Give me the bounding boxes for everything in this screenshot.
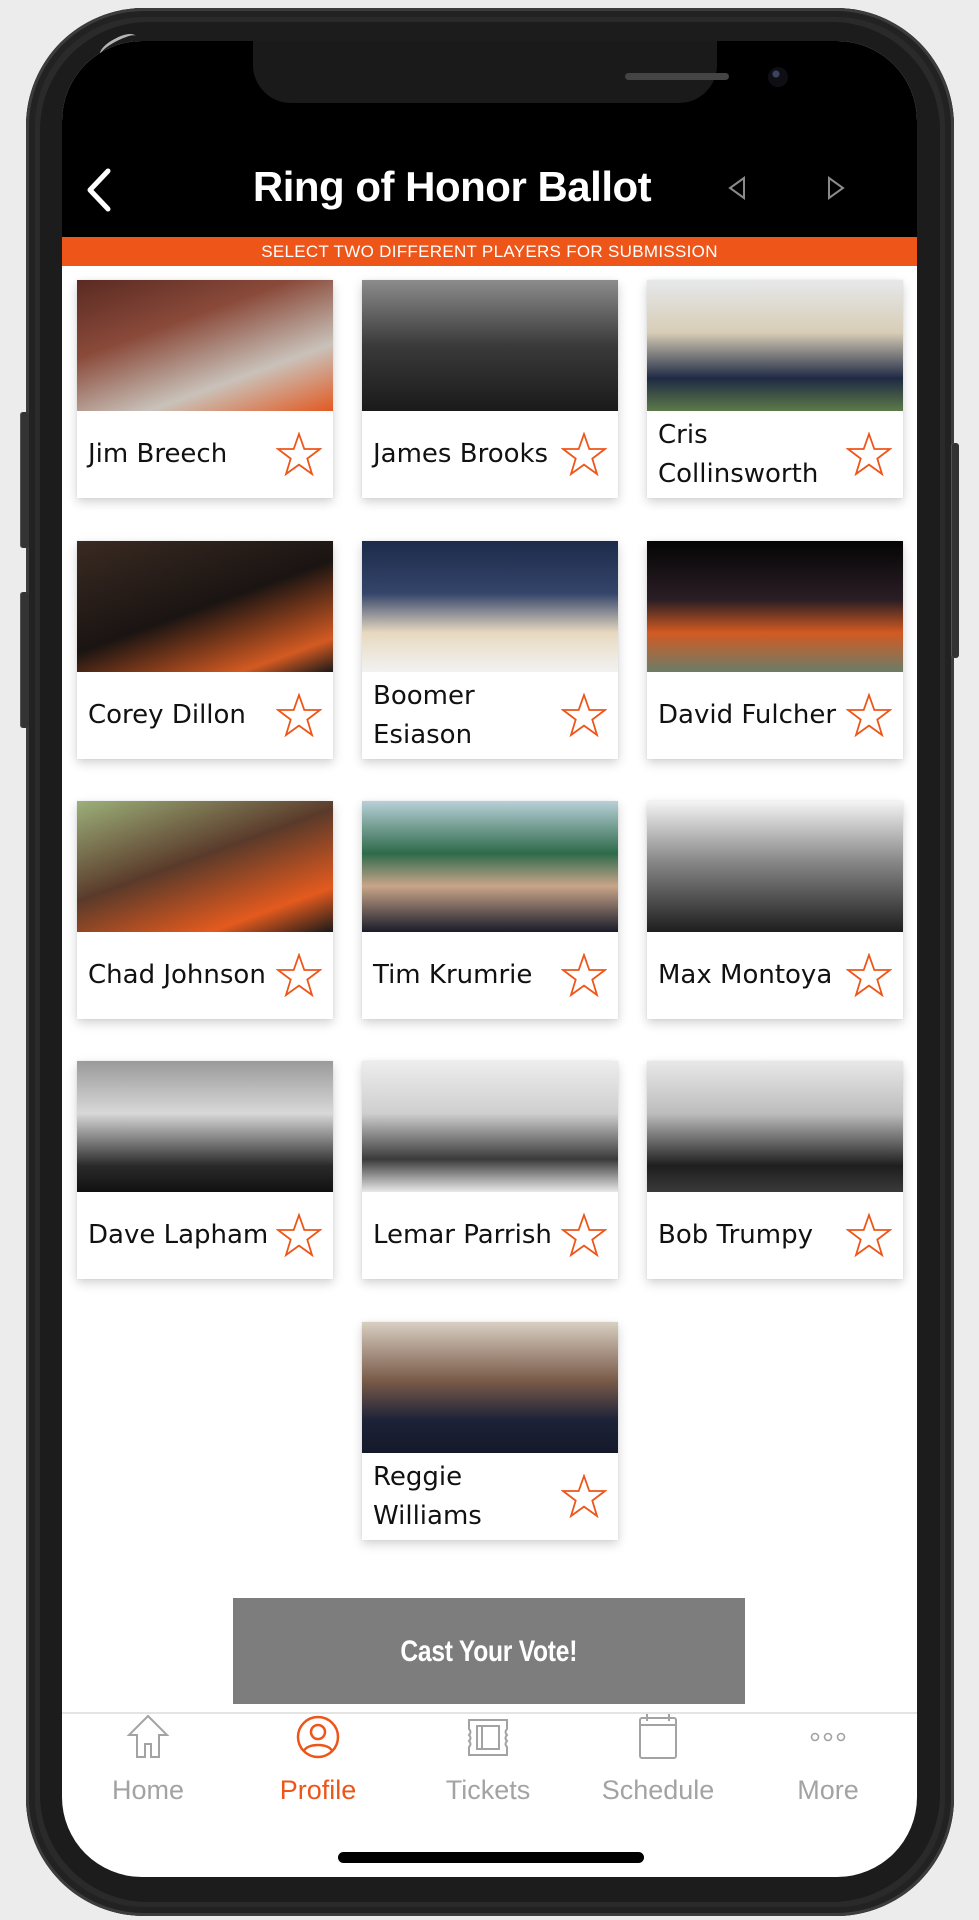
player-photo <box>362 280 618 411</box>
player-card[interactable]: Max Montoya <box>647 801 903 1019</box>
player-name-text: Jim Breech <box>88 439 228 469</box>
player-name-text: Max Montoya <box>658 960 833 990</box>
player-name: Bob Trumpy <box>658 1192 843 1279</box>
player-name-text: Lemar Parrish <box>373 1220 552 1250</box>
notch <box>253 41 788 103</box>
player-name-text: Bob Trumpy <box>658 1220 813 1250</box>
tab-home[interactable]: Home <box>63 1713 233 1843</box>
player-name: Corey Dillon <box>88 672 273 759</box>
next-button[interactable] <box>825 175 847 201</box>
player-name-text: Reggie Williams <box>373 1461 482 1531</box>
star-icon[interactable] <box>846 432 892 476</box>
instruction-banner: SELECT TWO DIFFERENT PLAYERS FOR SUBMISS… <box>62 237 917 266</box>
more-icon <box>810 1732 846 1742</box>
star-icon[interactable] <box>276 693 322 737</box>
star-icon[interactable] <box>846 953 892 997</box>
player-card[interactable]: Cris Collinsworth <box>647 280 903 498</box>
player-photo <box>647 801 903 932</box>
player-name: Dave Lapham <box>88 1192 273 1279</box>
cast-vote-button[interactable]: Cast Your Vote! <box>233 1598 745 1704</box>
star-icon[interactable] <box>561 953 607 997</box>
player-photo <box>362 541 618 672</box>
player-photo <box>362 1322 618 1453</box>
player-name: Lemar Parrish <box>373 1192 558 1279</box>
player-photo <box>77 801 333 932</box>
triangle-right-icon <box>828 176 845 200</box>
player-name-text: David Fulcher <box>658 700 837 730</box>
page-title: Ring of Honor Ballot <box>252 163 652 210</box>
player-card[interactable]: Jim Breech <box>77 280 333 498</box>
tab-tickets[interactable]: Tickets <box>403 1713 573 1843</box>
star-icon[interactable] <box>276 953 322 997</box>
player-card[interactable]: Boomer Esiason <box>362 541 618 759</box>
player-name-text: James Brooks <box>373 439 549 469</box>
player-name-text: Tim Krumrie <box>373 960 533 990</box>
star-icon[interactable] <box>276 1213 322 1257</box>
tab-schedule[interactable]: Schedule <box>573 1713 743 1843</box>
volume-down-button <box>20 592 29 728</box>
calendar-icon <box>639 1714 677 1759</box>
tab-profile[interactable]: Profile <box>233 1713 403 1843</box>
player-card[interactable]: James Brooks <box>362 280 618 498</box>
player-name-text: Cris Collinsworth <box>658 419 819 489</box>
player-card[interactable]: Corey Dillon <box>77 541 333 759</box>
previous-button[interactable] <box>726 175 748 201</box>
tab-label: Schedule <box>601 1775 715 1805</box>
player-name-text: Dave Lapham <box>88 1220 269 1250</box>
player-name: Max Montoya <box>658 932 843 1019</box>
front-camera <box>768 67 788 87</box>
player-photo <box>362 801 618 932</box>
player-photo <box>647 280 903 411</box>
player-name: Reggie Williams <box>373 1453 558 1540</box>
app-screen: Ring of Honor Ballot SELECT TWO DIFFEREN… <box>62 41 917 1877</box>
star-icon[interactable] <box>561 432 607 476</box>
speaker-grille <box>625 73 729 80</box>
home-icon <box>126 1714 170 1758</box>
player-name: Boomer Esiason <box>373 672 558 759</box>
star-icon[interactable] <box>846 693 892 737</box>
player-photo <box>77 280 333 411</box>
tab-more[interactable]: More <box>743 1713 913 1843</box>
player-name-text: Corey Dillon <box>88 700 246 730</box>
player-card[interactable]: Dave Lapham <box>77 1061 333 1279</box>
player-card[interactable]: Lemar Parrish <box>362 1061 618 1279</box>
player-photo <box>77 541 333 672</box>
player-name-text: Chad Johnson <box>88 960 266 990</box>
cast-vote-label: Cast Your Vote! <box>400 1635 578 1668</box>
player-photo <box>77 1061 333 1192</box>
star-icon[interactable] <box>561 1474 607 1518</box>
power-button <box>951 443 959 658</box>
player-photo <box>647 541 903 672</box>
player-name-text: Boomer Esiason <box>373 680 475 750</box>
player-name: David Fulcher <box>658 672 843 759</box>
tab-label: Tickets <box>445 1775 531 1805</box>
player-photo <box>647 1061 903 1192</box>
player-photo <box>362 1061 618 1192</box>
volume-up-button <box>20 412 29 548</box>
player-name: Jim Breech <box>88 411 273 498</box>
player-name: Chad Johnson <box>88 932 273 1019</box>
player-card[interactable]: David Fulcher <box>647 541 903 759</box>
player-card[interactable]: Bob Trumpy <box>647 1061 903 1279</box>
ticket-icon <box>467 1719 509 1756</box>
tab-label: Home <box>111 1775 185 1805</box>
star-icon[interactable] <box>561 693 607 737</box>
star-icon[interactable] <box>276 432 322 476</box>
back-button[interactable] <box>82 165 116 215</box>
player-name: Cris Collinsworth <box>658 411 843 498</box>
tab-label: More <box>797 1775 859 1805</box>
player-card[interactable]: Chad Johnson <box>77 801 333 1019</box>
star-icon[interactable] <box>846 1213 892 1257</box>
tab-label: Profile <box>279 1775 357 1805</box>
triangle-left-icon <box>728 176 745 200</box>
player-card[interactable]: Reggie Williams <box>362 1322 618 1540</box>
star-icon[interactable] <box>561 1213 607 1257</box>
chevron-left-icon <box>87 168 111 212</box>
home-indicator <box>338 1852 644 1863</box>
player-name: James Brooks <box>373 411 558 498</box>
profile-icon <box>296 1715 340 1759</box>
player-card[interactable]: Tim Krumrie <box>362 801 618 1019</box>
player-name: Tim Krumrie <box>373 932 558 1019</box>
